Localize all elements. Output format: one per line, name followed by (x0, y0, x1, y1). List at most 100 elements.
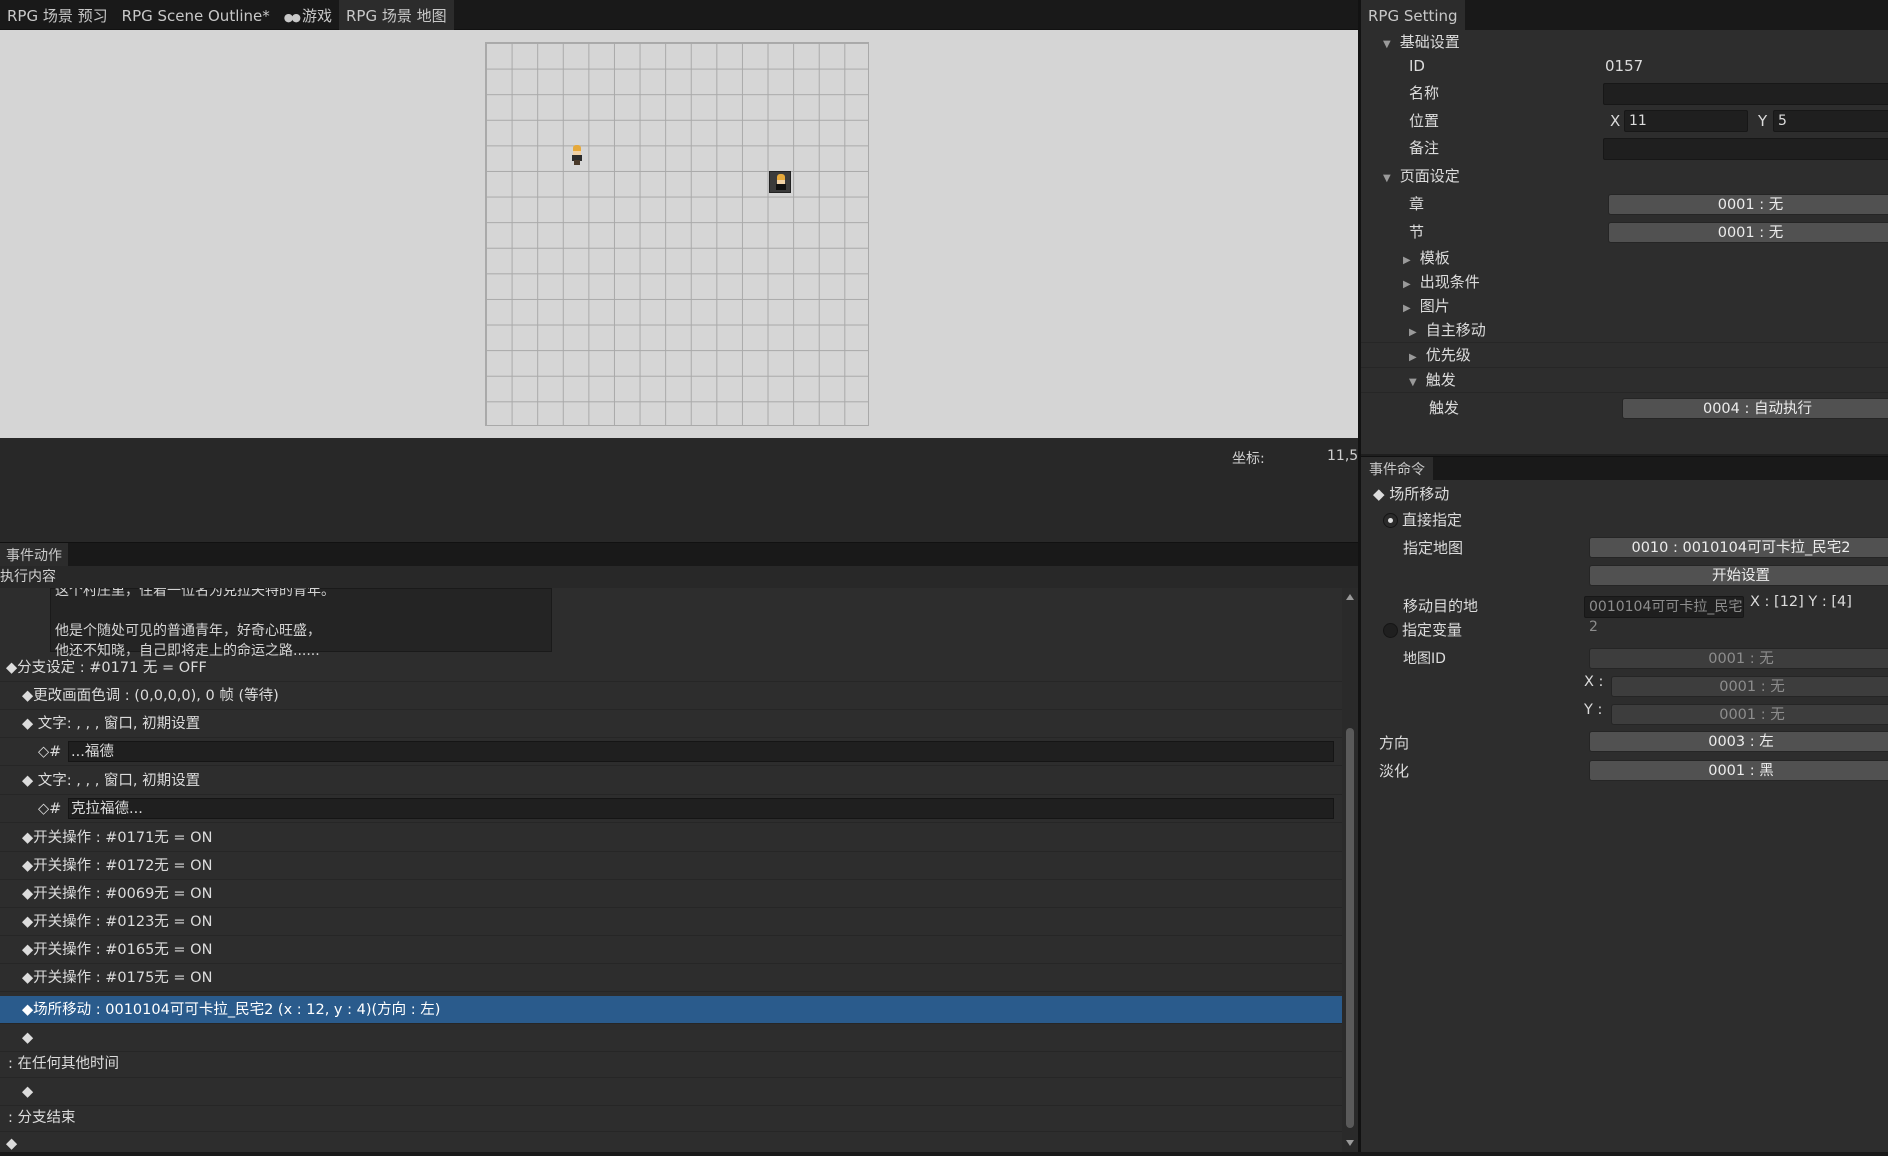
bottom-border (0, 1152, 1888, 1156)
action-list-scrollbar[interactable] (1342, 588, 1358, 1152)
var-x-select: 0001 : 无 (1611, 676, 1888, 697)
list-item[interactable]: : 在任何其他时间 (0, 1050, 1342, 1078)
tab-event-actions[interactable]: 事件动作 (0, 543, 68, 567)
character-sprite[interactable] (568, 145, 586, 165)
tab-scene-map[interactable]: RPG 场景 地图 (338, 0, 454, 30)
variable-label: 指定变量 (1402, 621, 1463, 639)
setting-tab-bar: RPG Setting (1361, 0, 1888, 30)
direct-radio[interactable] (1383, 513, 1398, 528)
mapid-label: 地图ID (1403, 651, 1446, 667)
list-item[interactable]: ◆ (0, 1024, 1342, 1052)
text-field[interactable]: 克拉福德... (68, 798, 1334, 819)
mapid-select: 0001 : 无 (1589, 648, 1888, 669)
scroll-down-icon[interactable] (1346, 1140, 1354, 1146)
id-value: 0157 (1605, 57, 1644, 75)
message-line: 这个村庄里，住着一位名为克拉夫特的青年。 (55, 588, 335, 599)
note-label: 备注 (1409, 139, 1440, 157)
tab-scene-outline[interactable]: RPG Scene Outline* (115, 0, 277, 30)
list-item[interactable]: ◆ 文字: , , , 窗口, 初期设置 (0, 767, 1342, 795)
list-item[interactable]: ◆开关操作 : #0165无 = ON (0, 936, 1342, 964)
expand-arrow-icon: ▼ (1409, 377, 1417, 388)
map-grid[interactable] (485, 42, 869, 426)
foldout-automove[interactable]: ▶ 自主移动 (1361, 318, 1888, 343)
foldout-priority[interactable]: ▶ 优先级 (1361, 343, 1888, 368)
chapter-label: 章 (1409, 195, 1425, 213)
tab-game[interactable]: ●● 游戏 (277, 0, 339, 30)
map-select[interactable]: 0010 : 0010104可可卡拉_民宅2 (1589, 537, 1888, 558)
section-basic-label: 基础设置 (1399, 33, 1460, 51)
tab-scene-preview[interactable]: RPG 场景 预习 (0, 0, 115, 30)
direct-option[interactable]: 直接指定 (1361, 508, 1888, 532)
foldout-condition[interactable]: ▶ 出现条件 (1361, 270, 1888, 294)
foldout-template[interactable]: ▶ 模板 (1361, 246, 1888, 270)
message-line (55, 601, 547, 621)
scene-map-view[interactable] (0, 30, 1358, 438)
list-item[interactable]: ◆分支设定 : #0171 无 = OFF (0, 654, 1342, 682)
list-item[interactable]: ◆开关操作 : #0171无 = ON (0, 824, 1342, 852)
tab-rpg-setting[interactable]: RPG Setting (1361, 0, 1465, 30)
text-marker: ◇# (38, 801, 62, 817)
foldout-trigger[interactable]: ▼ 触发 (1361, 368, 1888, 393)
tab-event-command[interactable]: 事件命令 (1361, 457, 1433, 481)
scroll-thumb[interactable] (1346, 728, 1354, 1128)
chapter-select[interactable]: 0001 : 无 (1608, 194, 1888, 215)
scroll-up-icon[interactable] (1346, 594, 1354, 600)
expand-arrow-icon: ▼ (1383, 173, 1391, 184)
coordinate-label: 坐标: (1232, 451, 1265, 467)
list-item[interactable]: ◇# ...福德 (0, 738, 1342, 766)
selected-event-sprite[interactable] (769, 171, 791, 193)
automove-label: 自主移动 (1425, 321, 1486, 339)
name-input[interactable] (1603, 83, 1888, 105)
list-item[interactable]: ◆开关操作 : #0123无 = ON (0, 908, 1342, 936)
list-item[interactable]: : 分支结束 (0, 1104, 1342, 1132)
destination-field: 0010104可可卡拉_民宅2 (1584, 596, 1744, 635)
section-select[interactable]: 0001 : 无 (1608, 222, 1888, 243)
list-item[interactable]: ◆更改画面色调 : (0,0,0,0), 0 帧 (等待) (0, 682, 1342, 710)
name-label: 名称 (1409, 84, 1440, 102)
list-item[interactable]: ◆开关操作 : #0069无 = ON (0, 880, 1342, 908)
position-y-input[interactable]: 5 (1773, 110, 1888, 132)
execution-content-label: 执行内容 (0, 566, 1358, 588)
x-label: X (1610, 112, 1621, 130)
start-settings-button[interactable]: 开始设置 (1589, 565, 1888, 586)
var-x-label: X : (1584, 674, 1604, 690)
event-action-list[interactable]: 这个村庄里，住着一位名为克拉夫特的青年。 他是个随处可见的普通青年，好奇心旺盛，… (0, 588, 1342, 1152)
command-tab-bar: 事件命令 (1361, 456, 1888, 481)
direct-label: 直接指定 (1402, 511, 1463, 529)
direction-label: 方向 (1379, 734, 1410, 752)
variable-option[interactable]: 指定变量 (1361, 618, 1888, 642)
id-row: ID 0157 (1361, 54, 1888, 78)
text-marker: ◇# (38, 744, 62, 760)
list-item[interactable]: ◆ (0, 1078, 1342, 1106)
trigger-section-label: 触发 (1425, 371, 1456, 389)
list-item[interactable]: ◆开关操作 : #0175无 = ON (0, 964, 1342, 992)
list-item[interactable]: ◆ (0, 1130, 1342, 1152)
position-x-input[interactable]: 11 (1624, 110, 1748, 132)
command-title: ◆ 场所移动 (1373, 485, 1450, 503)
message-line: 他是个随处可见的普通青年，好奇心旺盛， (55, 623, 321, 639)
condition-label: 出现条件 (1419, 273, 1480, 291)
collapse-arrow-icon: ▶ (1409, 352, 1417, 363)
text-field[interactable]: ...福德 (68, 741, 1334, 762)
rpg-setting-panel: ▼ 基础设置 ID 0157 名称 位置 X Y 11 5 备注 ▼ 页面设定 … (1361, 30, 1888, 454)
foldout-image[interactable]: ▶ 图片 (1361, 294, 1888, 318)
list-item[interactable]: ◆开关操作 : #0172无 = ON (0, 852, 1342, 880)
tab-game-label: 游戏 (301, 7, 332, 25)
fade-select[interactable]: 0001 : 黑 (1589, 760, 1888, 781)
message-text-box[interactable]: 这个村庄里，住着一位名为克拉夫特的青年。 他是个随处可见的普通青年，好奇心旺盛，… (50, 588, 552, 659)
event-command-panel: ◆ 场所移动 直接指定 指定地图 0010 : 0010104可可卡拉_民宅2 … (1361, 480, 1888, 1152)
list-item[interactable]: ◆ 文字: , , , 窗口, 初期设置 (0, 710, 1342, 738)
coordinate-value: 11,5 (1327, 448, 1359, 464)
collapse-arrow-icon: ▶ (1409, 327, 1417, 338)
section-basic[interactable]: ▼ 基础设置 (1361, 30, 1888, 54)
scene-tab-bar: RPG 场景 预习 RPG Scene Outline* ●● 游戏 RPG 场景… (0, 0, 1358, 30)
note-input[interactable] (1603, 138, 1888, 160)
fade-label: 淡化 (1379, 762, 1410, 780)
direction-select[interactable]: 0003 : 左 (1589, 731, 1888, 752)
variable-radio[interactable] (1383, 623, 1398, 638)
list-item-selected[interactable]: ◆场所移动 : 0010104可可卡拉_民宅2 (x : 12, y : 4)(… (0, 996, 1342, 1024)
map-label: 指定地图 (1403, 539, 1464, 557)
section-page[interactable]: ▼ 页面设定 (1361, 164, 1888, 188)
list-item[interactable]: ◇# 克拉福德... (0, 795, 1342, 823)
trigger-select[interactable]: 0004 : 自动执行 (1622, 398, 1888, 419)
